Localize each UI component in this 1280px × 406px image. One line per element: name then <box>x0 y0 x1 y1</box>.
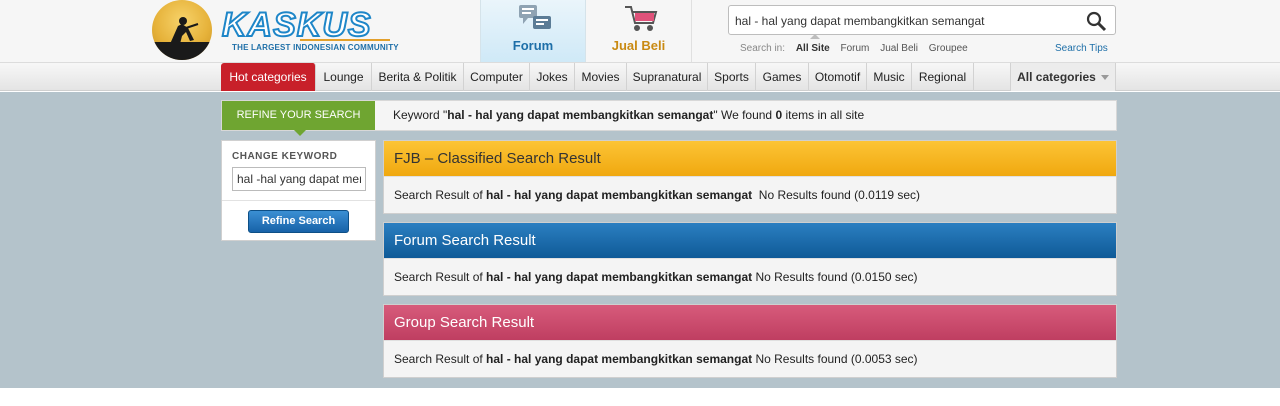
search-box <box>728 5 1116 35</box>
group-result-text: Search Result of hal - hal yang dapat me… <box>384 340 1116 377</box>
refine-notch <box>294 130 306 136</box>
search-scope-forum[interactable]: Forum <box>841 43 870 54</box>
fjb-result-panel: FJB – Classified Search Result Search Re… <box>383 140 1117 214</box>
search-tips-link[interactable]: Search Tips <box>1055 43 1108 54</box>
change-keyword-input[interactable] <box>232 167 366 191</box>
logo-underline <box>300 39 390 41</box>
group-result-title: Group Search Result <box>384 305 1116 340</box>
fjb-result-text: Search Result of hal - hal yang dapat me… <box>384 176 1116 213</box>
search-icon[interactable] <box>1085 10 1107 32</box>
category-movies[interactable]: Movies <box>575 63 627 91</box>
category-hot[interactable]: Hot categories <box>221 63 316 91</box>
tab-forum-label: Forum <box>512 38 554 53</box>
all-categories-label: All categories <box>1017 70 1096 84</box>
category-music[interactable]: Music <box>867 63 912 91</box>
category-computer[interactable]: Computer <box>464 63 530 91</box>
refine-bar: REFINE YOUR SEARCH Keyword "hal - hal ya… <box>221 100 1117 136</box>
forum-result-title: Forum Search Result <box>384 223 1116 258</box>
keyword-result-message: Keyword "hal - hal yang dapat membangkit… <box>393 108 865 122</box>
category-games[interactable]: Games <box>756 63 809 91</box>
forum-icon <box>519 5 551 29</box>
kaskus-logo[interactable]: KASKUS THE LARGEST INDONESIAN COMMUNITY <box>152 0 399 60</box>
shopping-cart-icon <box>625 6 658 31</box>
fjb-result-title: FJB – Classified Search Result <box>384 141 1116 176</box>
search-scope-caret <box>810 34 820 39</box>
change-keyword-title: CHANGE KEYWORD <box>232 151 338 162</box>
search-scope-jual-beli[interactable]: Jual Beli <box>880 43 918 54</box>
category-sports[interactable]: Sports <box>708 63 756 91</box>
tab-forum[interactable]: Forum <box>480 0 586 62</box>
tab-jual-beli-label: Jual Beli <box>611 38 666 53</box>
search-scope-all-site[interactable]: All Site <box>796 43 830 54</box>
logo-tagline: THE LARGEST INDONESIAN COMMUNITY <box>232 43 399 52</box>
tab-jual-beli[interactable]: Jual Beli <box>586 0 692 62</box>
category-bar: Hot categories Lounge Berita & Politik C… <box>0 63 1280 91</box>
group-result-panel: Group Search Result Search Result of hal… <box>383 304 1117 378</box>
search-in-label: Search in: <box>740 43 786 54</box>
main-content: REFINE YOUR SEARCH Keyword "hal - hal ya… <box>0 92 1280 388</box>
search-scope-groupee[interactable]: Groupee <box>929 43 968 54</box>
change-keyword-panel: CHANGE KEYWORD Refine Search <box>221 140 376 241</box>
site-header: KASKUS THE LARGEST INDONESIAN COMMUNITY … <box>0 0 1280 63</box>
category-supranatural[interactable]: Supranatural <box>627 63 708 91</box>
divider <box>222 200 375 201</box>
all-categories-dropdown[interactable]: All categories <box>1010 63 1116 91</box>
category-lounge[interactable]: Lounge <box>316 63 372 91</box>
category-jokes[interactable]: Jokes <box>530 63 575 91</box>
category-regional[interactable]: Regional <box>912 63 974 91</box>
refine-your-search-label: REFINE YOUR SEARCH <box>222 101 375 130</box>
logo-emblem-icon <box>152 0 212 60</box>
keyword-text: hal - hal yang dapat membangkitkan seman… <box>447 108 714 122</box>
refine-search-button[interactable]: Refine Search <box>248 210 349 233</box>
search-scope: Search in: All Site Forum Jual Beli Grou… <box>740 43 976 54</box>
category-otomotif[interactable]: Otomotif <box>809 63 867 91</box>
search-input[interactable] <box>735 11 1075 31</box>
chevron-down-icon <box>1100 75 1109 81</box>
forum-result-text: Search Result of hal - hal yang dapat me… <box>384 258 1116 295</box>
forum-result-panel: Forum Search Result Search Result of hal… <box>383 222 1117 296</box>
category-berita-politik[interactable]: Berita & Politik <box>372 63 464 91</box>
